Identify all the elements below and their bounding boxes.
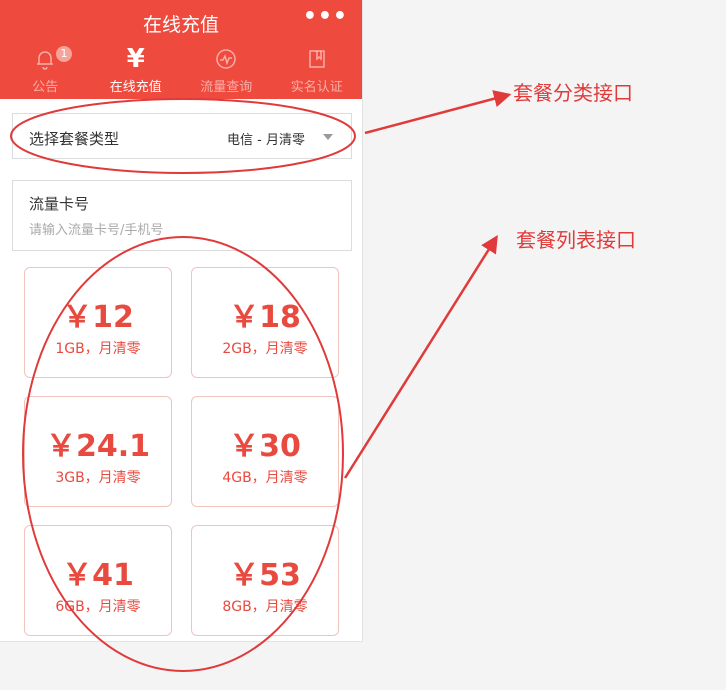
plan-option[interactable]: ￥30 4GB，月清零	[191, 396, 339, 507]
plan-price: ￥24.1	[45, 429, 151, 464]
plan-price: ￥53	[229, 558, 301, 593]
wave-icon	[181, 44, 272, 74]
plan-type-select[interactable]: 选择套餐类型 电信 - 月清零	[12, 113, 352, 159]
tab-label: 实名认证	[290, 80, 343, 95]
tab-label: 在线充值	[109, 80, 162, 95]
chevron-down-icon	[323, 134, 333, 140]
plan-option[interactable]: ￥18 2GB，月清零	[191, 267, 339, 378]
plan-description: 2GB，月清零	[222, 341, 308, 357]
category-api-annotation: 套餐分类接口	[513, 81, 633, 105]
plan-option[interactable]: ￥12 1GB，月清零	[24, 267, 172, 378]
tab-announcement[interactable]: 1 公告	[0, 44, 91, 99]
category-arrow	[364, 90, 512, 135]
plan-description: 1GB，月清零	[55, 341, 141, 357]
tab-traffic-query[interactable]: 流量查询	[181, 44, 272, 99]
plan-option[interactable]: ￥53 8GB，月清零	[191, 525, 339, 636]
notification-badge: 1	[56, 46, 72, 62]
plan-price: ￥12	[62, 300, 134, 335]
bell-icon: 1	[0, 44, 91, 74]
tab-label: 流量查询	[200, 80, 253, 95]
tab-real-name[interactable]: 实名认证	[272, 44, 363, 99]
plan-description: 6GB，月清零	[55, 599, 141, 615]
plan-option[interactable]: ￥41 6GB，月清零	[24, 525, 172, 636]
list-arrow	[343, 235, 498, 479]
plan-price: ￥41	[62, 558, 134, 593]
plan-description: 3GB，月清零	[55, 470, 141, 486]
plan-price: ￥30	[229, 429, 301, 464]
mobile-page: 在线充值 ••• 1 公告 ¥ 在线充值 流量查询 实名认证 选择套餐类型 电信…	[0, 0, 363, 642]
plan-description: 8GB，月清零	[222, 599, 308, 615]
card-number-input[interactable]	[27, 219, 331, 241]
card-number-label: 流量卡号	[29, 195, 90, 213]
card-number-field: 流量卡号	[12, 180, 352, 251]
tab-bar: 1 公告 ¥ 在线充值 流量查询 实名认证	[0, 44, 362, 99]
list-api-annotation: 套餐列表接口	[516, 228, 636, 252]
tab-label: 公告	[32, 80, 59, 95]
plan-type-label: 选择套餐类型	[29, 130, 120, 148]
tab-recharge[interactable]: ¥ 在线充值	[91, 44, 182, 99]
more-options-icon[interactable]: •••	[303, 4, 348, 29]
book-icon	[272, 44, 363, 74]
plan-option[interactable]: ￥24.1 3GB，月清零	[24, 396, 172, 507]
plan-price: ￥18	[229, 300, 301, 335]
plan-type-value: 电信 - 月清零	[227, 133, 305, 148]
plan-description: 4GB，月清零	[222, 470, 308, 486]
app-header: 在线充值 ••• 1 公告 ¥ 在线充值 流量查询 实名认证	[0, 0, 362, 99]
yen-icon: ¥	[126, 44, 145, 74]
